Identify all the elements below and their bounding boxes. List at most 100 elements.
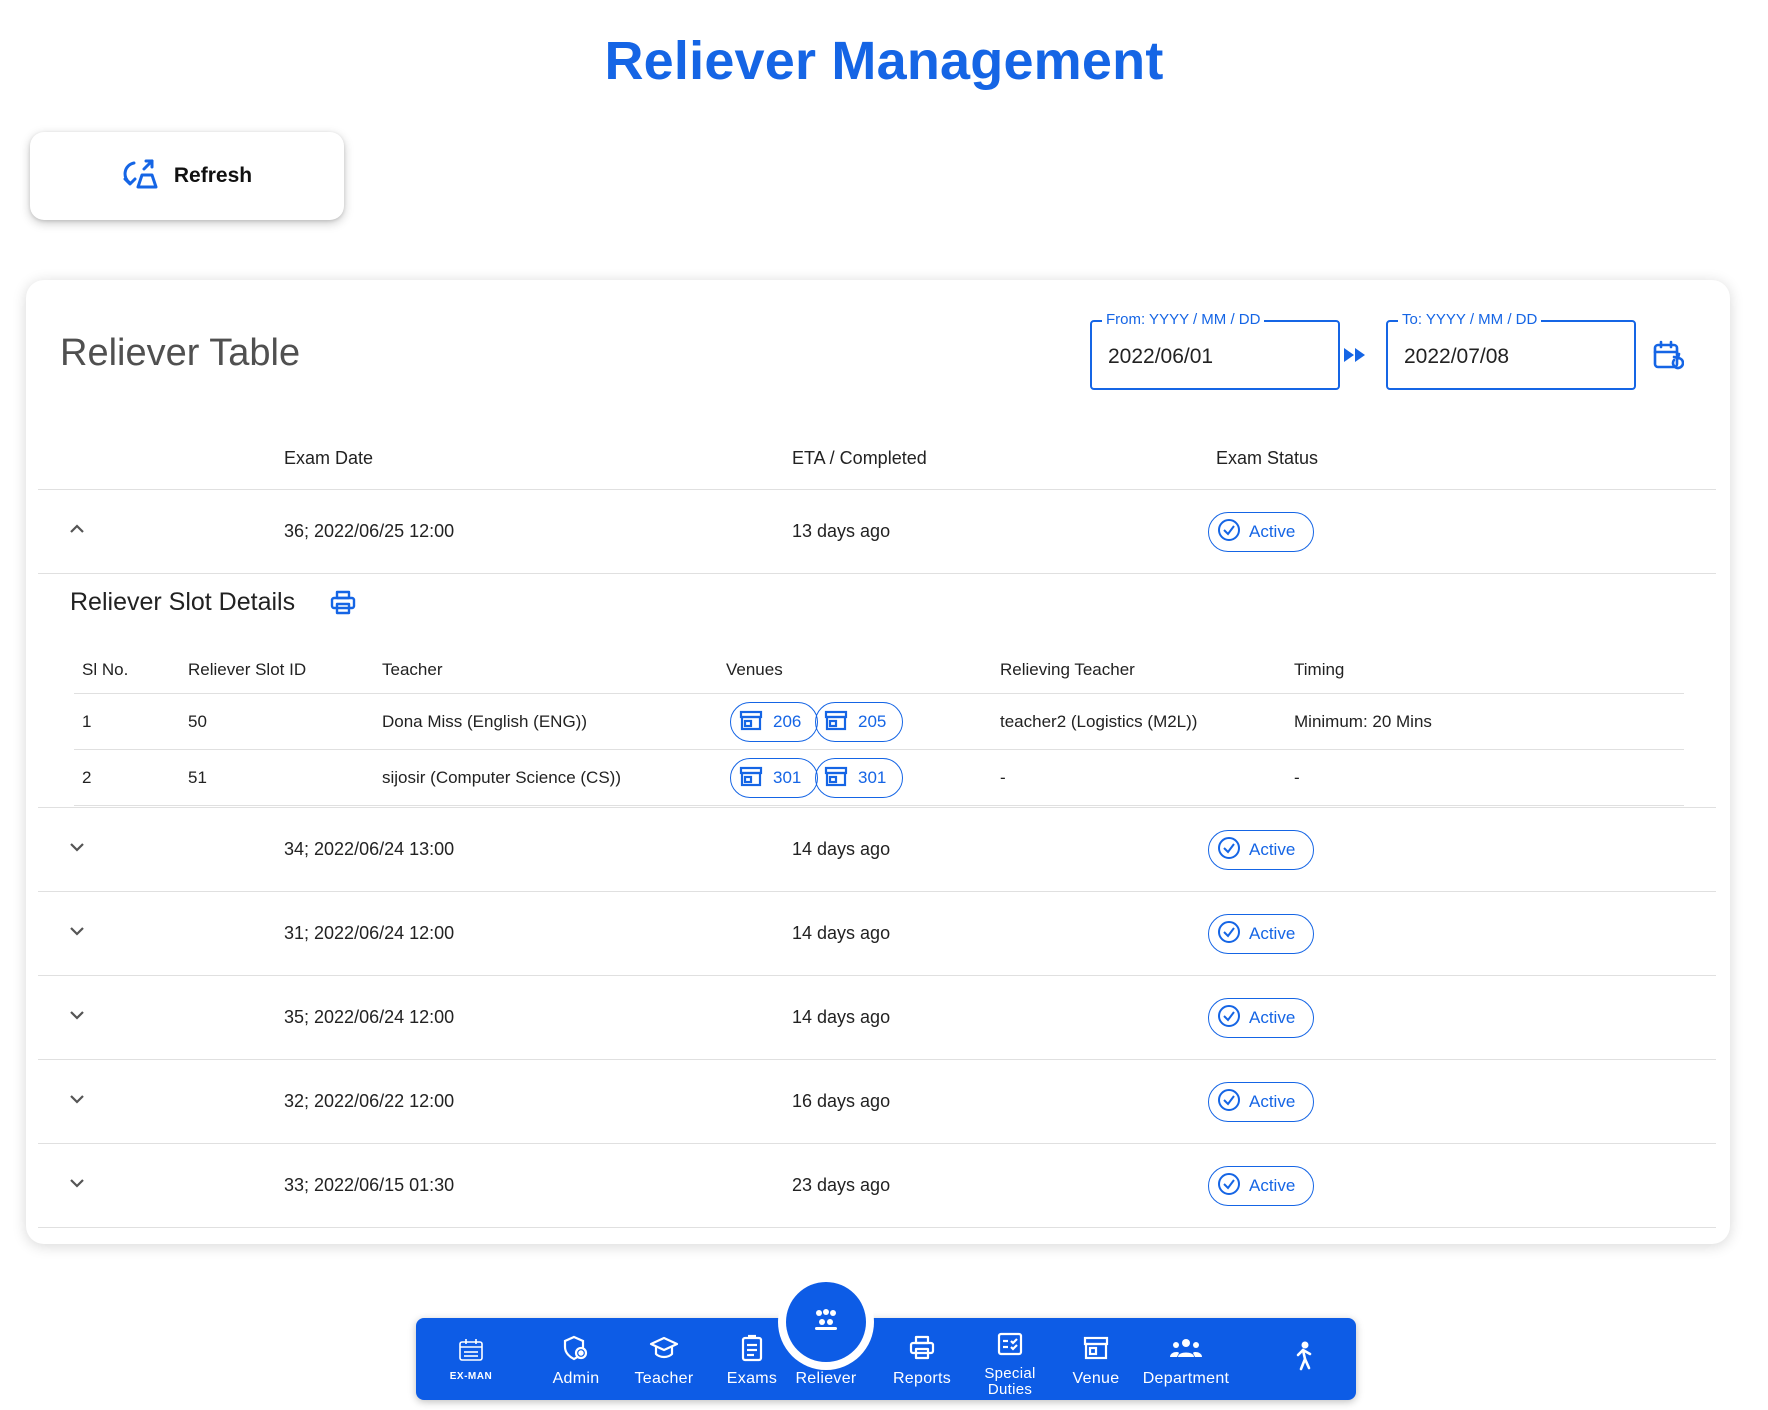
status-label: Active [1249, 1176, 1296, 1195]
teacher-cell: Dona Miss (English (ENG)) [382, 712, 587, 731]
chevron-down-icon[interactable] [68, 922, 86, 945]
exam-date-cell: 31; 2022/06/24 12:00 [284, 923, 455, 943]
slot-id-cell: 50 [188, 712, 207, 731]
slot-table: Sl No. Reliever Slot ID Teacher Venues R… [74, 642, 1684, 806]
reliever-table-card: Reliever Table From: YYYY / MM / DD 2022… [26, 280, 1730, 1244]
venue-chip[interactable]: 206 [730, 702, 818, 742]
eta-cell: 13 days ago [792, 521, 891, 541]
table-row[interactable]: 34; 2022/06/24 13:00 14 days ago Active [38, 808, 1716, 892]
exam-date-cell: 36; 2022/06/25 12:00 [284, 521, 455, 541]
venue-chip[interactable]: 301 [730, 758, 818, 798]
refresh-label: Refresh [173, 164, 253, 187]
exam-date-cell: 32; 2022/06/22 12:00 [284, 1091, 455, 1111]
header-venues: Venues [726, 660, 783, 679]
people-icon [1124, 1334, 1248, 1362]
relieving-teacher-cell: - [1000, 768, 1006, 787]
nav-reliever-active-button[interactable] [786, 1282, 866, 1362]
from-date-field[interactable]: From: YYYY / MM / DD 2022/06/01 [1090, 311, 1340, 390]
chevron-down-icon[interactable] [68, 1006, 86, 1029]
card-title: Reliever Table [60, 332, 301, 374]
refresh-icon [122, 157, 160, 196]
nav-teacher[interactable]: Teacher [620, 1334, 708, 1388]
status-badge[interactable]: Active [1208, 1166, 1314, 1206]
header-eta: ETA / Completed [792, 448, 927, 468]
checklist-icon [966, 1330, 1054, 1358]
to-date-value: 2022/07/08 [1404, 345, 1510, 368]
slot-id-cell: 51 [188, 768, 207, 787]
nav-reliever[interactable]: Reliever [782, 1370, 870, 1388]
status-badge[interactable]: Active [1208, 914, 1314, 954]
chevron-down-icon[interactable] [68, 1174, 86, 1197]
print-icon[interactable] [330, 590, 356, 621]
venue-label: 301 [858, 768, 887, 787]
header-relieving-teacher: Relieving Teacher [1000, 660, 1135, 679]
exam-date-cell: 34; 2022/06/24 13:00 [284, 839, 455, 859]
check-circle-icon [1217, 836, 1241, 865]
store-icon [824, 709, 848, 736]
refresh-button[interactable]: Refresh [30, 132, 344, 220]
venue-label: 205 [858, 712, 887, 731]
header-teacher: Teacher [382, 660, 443, 679]
venue-chip[interactable]: 205 [815, 702, 903, 742]
status-badge[interactable]: Active [1208, 998, 1314, 1038]
chevron-up-icon[interactable] [68, 520, 86, 543]
status-label: Active [1249, 1092, 1296, 1111]
sl-no-cell: 2 [82, 768, 92, 787]
header-exam-status: Exam Status [1216, 448, 1319, 468]
table-row[interactable]: 31; 2022/06/24 12:00 14 days ago Active [38, 892, 1716, 976]
nav-department[interactable]: Department [1124, 1334, 1248, 1388]
relieving-teacher-cell: teacher2 (Logistics (M2L)) [1000, 712, 1198, 731]
table-row[interactable]: 35; 2022/06/24 12:00 14 days ago Active [38, 976, 1716, 1060]
reliever-slot-details: Reliever Slot Details Sl No. Reliever Sl… [38, 568, 1716, 808]
timing-cell: Minimum: 20 Mins [1294, 712, 1432, 731]
venue-chip[interactable]: 301 [815, 758, 903, 798]
app-logo[interactable]: EX-MAN [436, 1338, 506, 1382]
eta-cell: 14 days ago [792, 923, 891, 943]
status-badge[interactable]: Active [1208, 512, 1314, 552]
group-icon [811, 1307, 841, 1338]
table-row[interactable]: 33; 2022/06/15 01:30 23 days ago Active [38, 1144, 1716, 1228]
slot-row: 1 50 Dona Miss (English (ENG)) 206 205 t… [74, 694, 1684, 750]
walking-person-icon [1260, 1341, 1348, 1371]
fast-forward-icon [1342, 346, 1368, 369]
table-row[interactable]: 36; 2022/06/25 12:00 13 days ago Active [38, 490, 1716, 574]
status-label: Active [1249, 840, 1296, 859]
table-row[interactable]: 32; 2022/06/22 12:00 16 days ago Active [38, 1060, 1716, 1144]
nav-admin-label: Admin [552, 1370, 600, 1387]
logo-text: EX-MAN [449, 1371, 493, 1382]
nav-exit[interactable] [1260, 1341, 1348, 1378]
to-date-field[interactable]: To: YYYY / MM / DD 2022/07/08 [1386, 311, 1636, 390]
chevron-down-icon[interactable] [68, 838, 86, 861]
to-date-legend: To: YYYY / MM / DD [1398, 311, 1542, 328]
details-title: Reliever Slot Details [70, 588, 296, 616]
status-badge[interactable]: Active [1208, 830, 1314, 870]
nav-reports[interactable]: Reports [878, 1334, 966, 1388]
eta-cell: 14 days ago [792, 1007, 891, 1027]
chevron-down-icon[interactable] [68, 1090, 86, 1113]
check-circle-icon [1217, 518, 1241, 547]
nav-special-duties[interactable]: Special Duties [966, 1330, 1054, 1398]
eta-cell: 23 days ago [792, 1175, 891, 1195]
eta-cell: 16 days ago [792, 1091, 891, 1111]
status-label: Active [1249, 522, 1296, 541]
nav-admin[interactable]: Admin [532, 1334, 620, 1388]
teacher-cell: sijosir (Computer Science (CS)) [382, 768, 621, 787]
table-header: Exam Date ETA / Completed Exam Status [38, 428, 1716, 490]
document-icon [708, 1334, 796, 1362]
eta-cell: 14 days ago [792, 839, 891, 859]
timing-cell: - [1294, 768, 1300, 787]
store-icon [739, 765, 763, 792]
exam-date-cell: 33; 2022/06/15 01:30 [284, 1175, 455, 1195]
slot-table-header: Sl No. Reliever Slot ID Teacher Venues R… [74, 642, 1684, 694]
calendar-reset-icon[interactable] [1652, 340, 1685, 377]
check-circle-icon [1217, 1172, 1241, 1201]
venue-label: 206 [773, 712, 802, 731]
nav-special-duties-label: Special Duties [984, 1365, 1036, 1398]
venue-label: 301 [773, 768, 802, 787]
nav-teacher-label: Teacher [634, 1370, 694, 1387]
check-circle-icon [1217, 1088, 1241, 1117]
status-label: Active [1249, 1008, 1296, 1027]
status-badge[interactable]: Active [1208, 1082, 1314, 1122]
nav-reliever-label: Reliever [795, 1370, 857, 1387]
header-timing: Timing [1294, 660, 1345, 679]
